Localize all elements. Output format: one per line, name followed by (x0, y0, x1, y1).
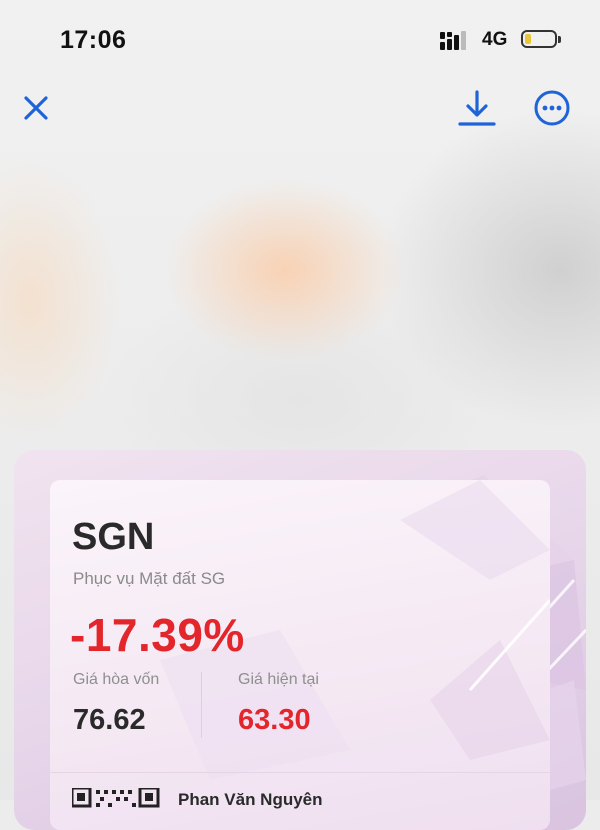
close-icon (24, 96, 48, 120)
cellular-signal-icon (440, 31, 466, 50)
company-name: Phục vụ Mặt đất SG (73, 569, 226, 588)
stats-divider (201, 672, 202, 738)
percent-change: -17.39% (70, 609, 245, 661)
card-footer-divider (50, 772, 550, 773)
break-even-value: 76.62 (73, 704, 146, 736)
qr-code-icon (72, 788, 160, 808)
stock-share-card: SGN Phục vụ Mặt đất SG -17.39% Giá hòa v… (14, 450, 586, 830)
stock-ticker: SGN (72, 516, 155, 558)
status-bar: 17:06 4G (0, 0, 600, 80)
close-button[interactable] (14, 86, 58, 130)
owner-name: Phan Văn Nguyên (178, 790, 323, 809)
more-options-icon (534, 90, 570, 126)
current-price-value: 63.30 (238, 704, 311, 736)
battery-icon (521, 30, 557, 48)
network-type: 4G (482, 29, 508, 50)
break-even-label: Giá hòa vốn (73, 671, 160, 688)
download-icon (458, 90, 496, 126)
battery-tip (558, 36, 561, 43)
current-price-label: Giá hiện tại (238, 671, 319, 688)
status-time: 17:06 (60, 26, 127, 54)
download-button[interactable] (455, 86, 499, 130)
more-options-button[interactable] (530, 86, 574, 130)
